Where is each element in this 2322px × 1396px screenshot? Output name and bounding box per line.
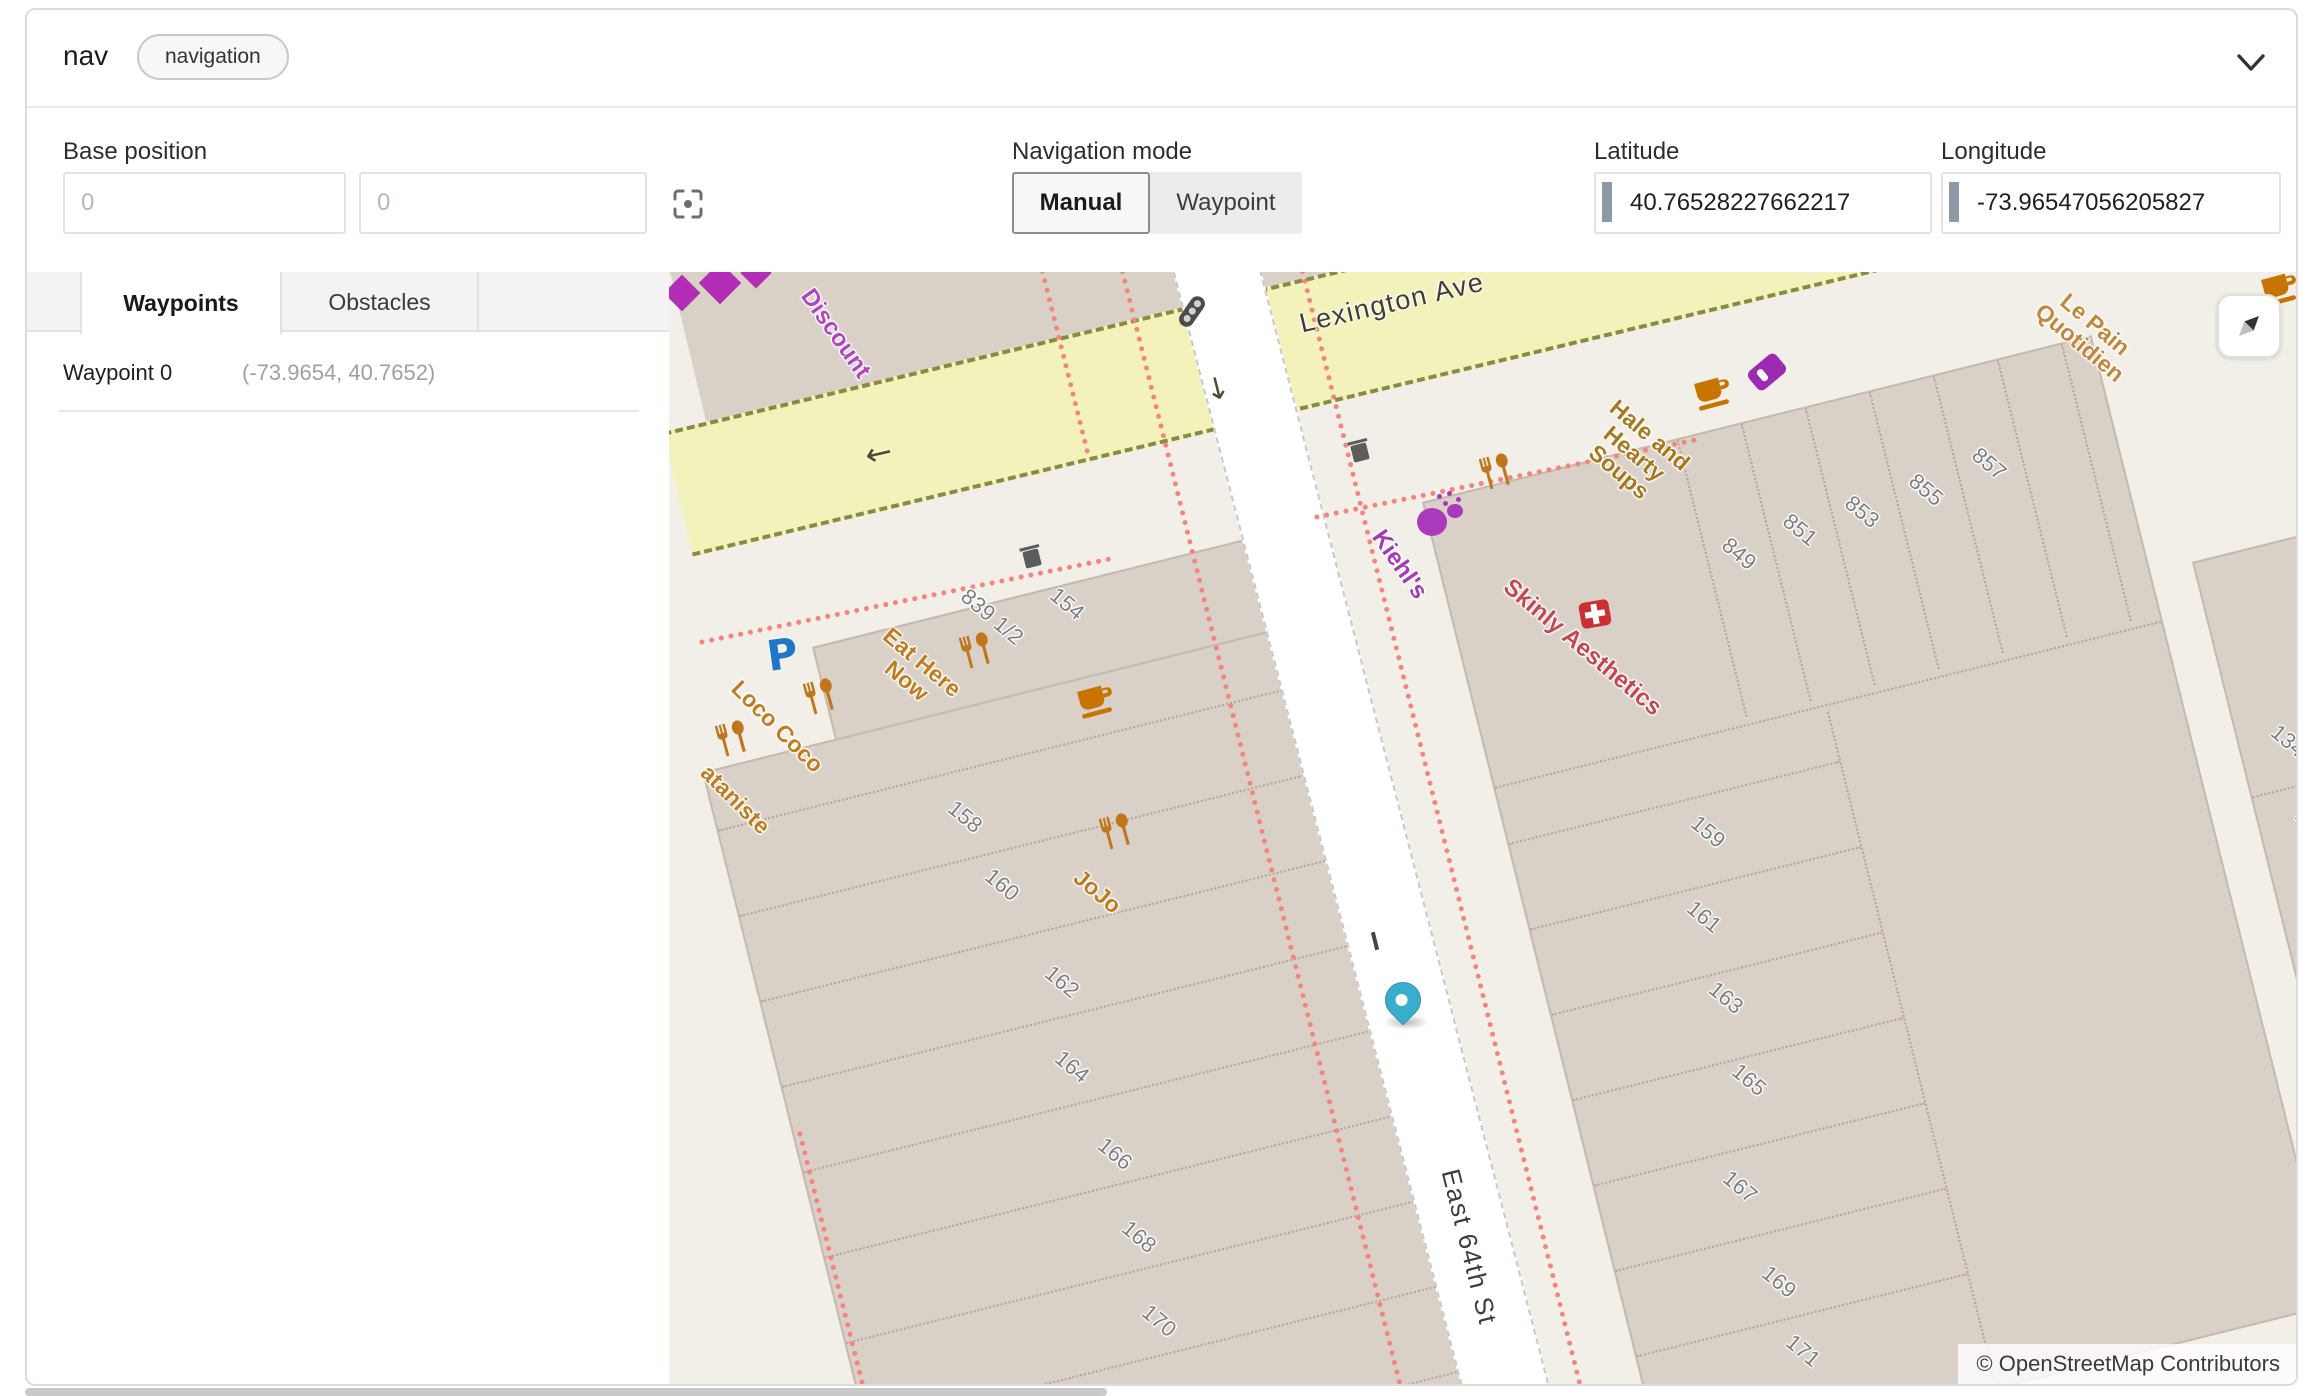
waste-basket-icon [1022, 548, 1042, 568]
row-divider [59, 410, 639, 412]
waypoint-name: Waypoint 0 [63, 360, 172, 386]
pick-position-icon[interactable] [672, 188, 704, 220]
horizontal-scrollbar[interactable] [25, 1388, 1107, 1396]
waypoints-panel: WaypointsObstacles Waypoint 0 (-73.9654,… [27, 272, 669, 1384]
healthcare-icon [1578, 599, 1612, 630]
latitude-label: Latitude [1594, 138, 1679, 166]
chevron-down-icon[interactable] [2235, 50, 2267, 76]
compass-button[interactable] [2217, 294, 2281, 358]
parking-icon: P [764, 628, 801, 681]
longitude-label: Longitude [1941, 138, 2046, 166]
waypoint-list-item[interactable]: Waypoint 0 (-73.9654, 40.7652) [27, 332, 669, 412]
cafe-icon [1690, 371, 1737, 414]
base-y-input[interactable] [359, 172, 647, 234]
base-x-input[interactable] [63, 172, 346, 234]
shop-icon [1745, 351, 1788, 393]
cosmetics-icon [1417, 494, 1465, 536]
latitude-field [1594, 172, 1932, 234]
page: nav navigation Base position Navigation … [0, 0, 2322, 1396]
latitude-drag-handle[interactable] [1602, 182, 1612, 222]
card-title: nav [63, 40, 108, 72]
waste-basket-icon [1350, 442, 1370, 462]
latitude-input[interactable] [1594, 172, 1932, 234]
longitude-field [1941, 172, 2281, 234]
map-canvas[interactable]: ↓ ← P 839 1/21541581601 [669, 272, 2296, 1384]
longitude-drag-handle[interactable] [1949, 182, 1959, 222]
longitude-input[interactable] [1941, 172, 2281, 234]
navigation-mode-toggle: Manual Waypoint [1012, 172, 1302, 234]
navigation-mode-label: Navigation mode [1012, 138, 1192, 166]
tab[interactable]: Obstacles [282, 272, 479, 332]
mode-manual-button[interactable]: Manual [1012, 172, 1150, 234]
map-attribution: © OpenStreetMap Contributors [1958, 1344, 2296, 1384]
waypoint-list: Waypoint 0 (-73.9654, 40.7652) [27, 332, 669, 412]
nav-card: nav navigation Base position Navigation … [25, 8, 2298, 1386]
compass-needle-icon [2225, 302, 2273, 350]
tab-bar: WaypointsObstacles [27, 272, 669, 332]
base-position-label: Base position [63, 138, 207, 166]
mode-waypoint-button[interactable]: Waypoint [1150, 172, 1302, 234]
navigation-badge: navigation [137, 34, 289, 80]
waypoint-coords: (-73.9654, 40.7652) [242, 360, 435, 386]
tab[interactable]: Waypoints [80, 272, 282, 334]
restaurant-icon [710, 716, 756, 761]
card-header: nav navigation [27, 10, 2296, 106]
header-divider [27, 106, 2296, 108]
